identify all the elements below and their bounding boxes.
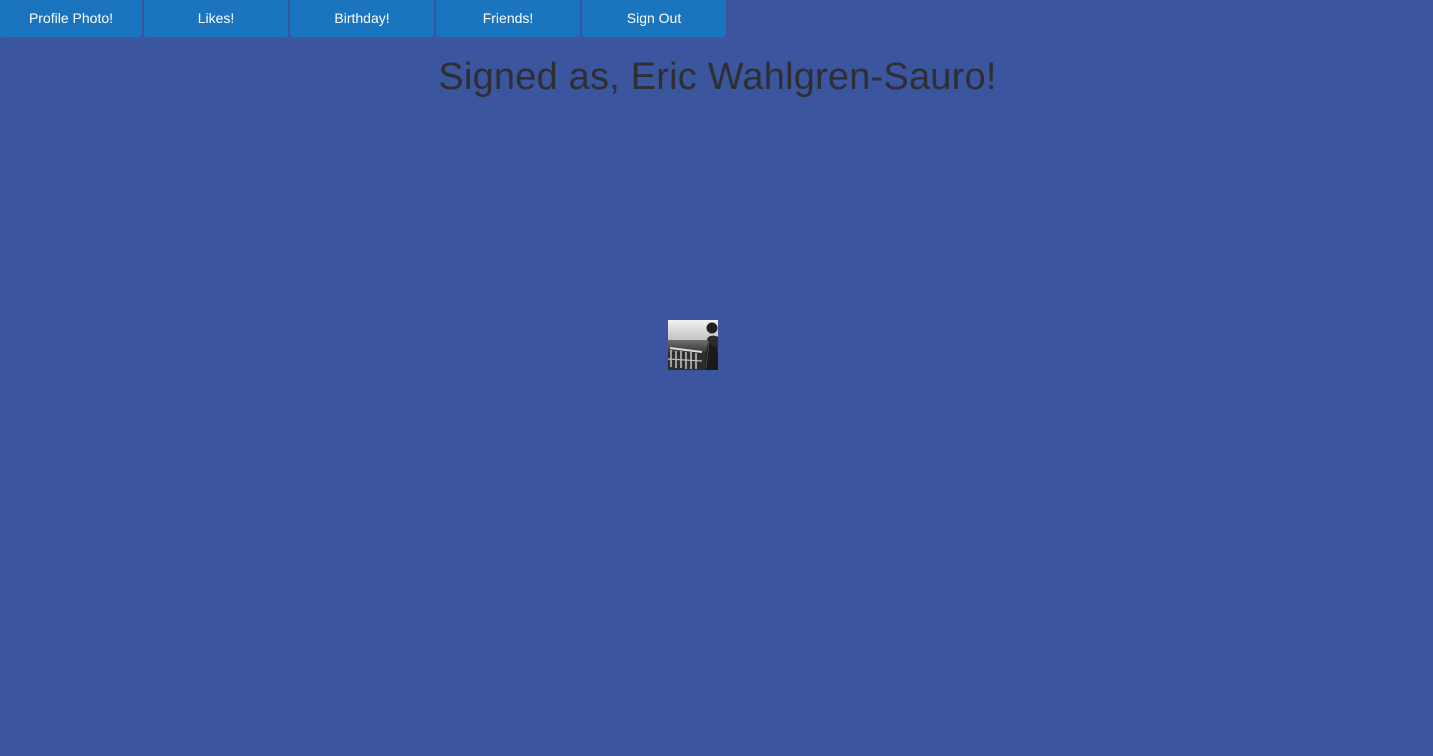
profile-photo [668,320,718,370]
page: Profile Photo! Likes! Birthday! Friends!… [0,0,1433,756]
user-name: Eric Wahlgren-Sauro! [630,56,997,98]
profile-photo-button[interactable]: Profile Photo! [0,0,142,37]
likes-button[interactable]: Likes! [144,0,288,37]
friends-button[interactable]: Friends! [436,0,580,37]
greeting-prefix: Signed as, [438,56,631,98]
signed-in-heading: Signed as, Eric Wahlgren-Sauro! [0,56,1433,99]
top-nav: Profile Photo! Likes! Birthday! Friends!… [0,0,726,37]
profile-photo-image [668,320,718,370]
sign-out-button[interactable]: Sign Out [582,0,726,37]
birthday-button[interactable]: Birthday! [290,0,434,37]
